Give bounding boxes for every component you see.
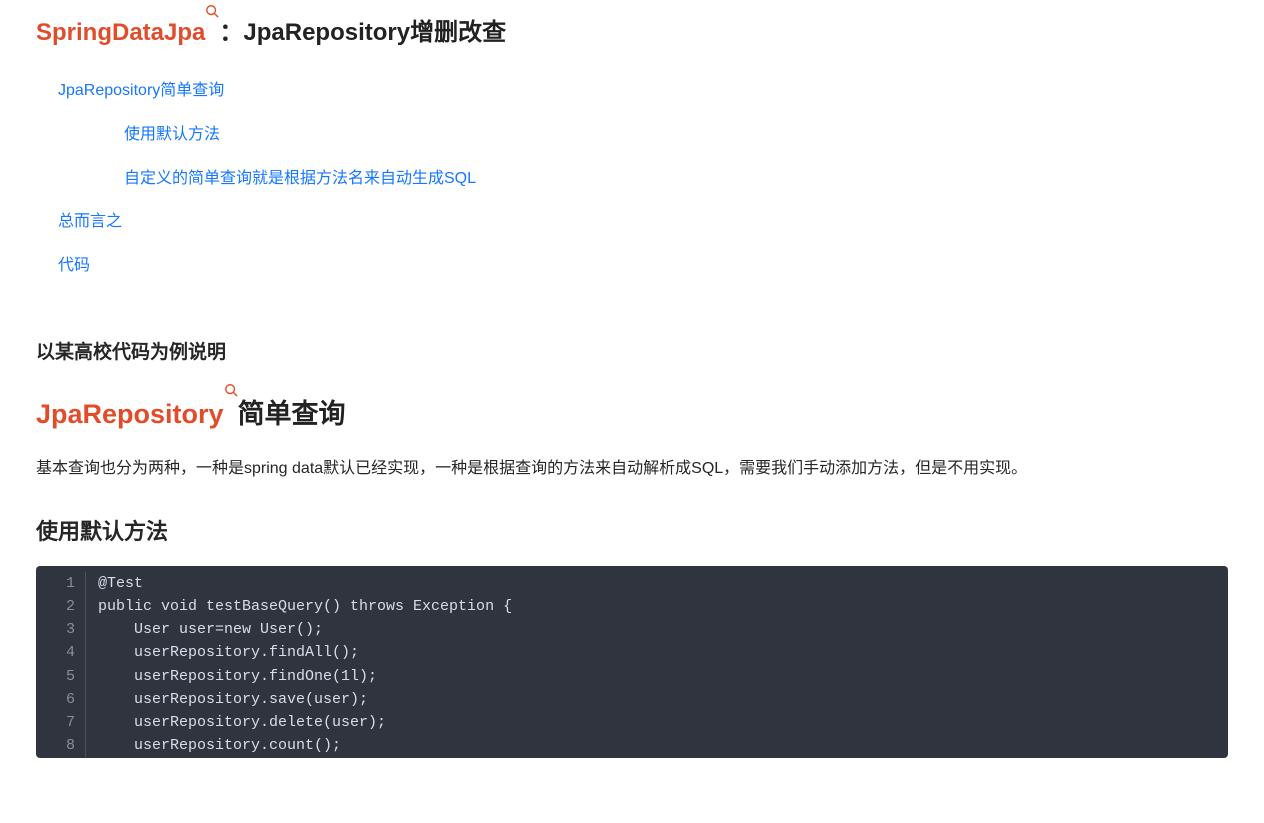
toc-item-simple-query[interactable]: JpaRepository简单查询 xyxy=(58,78,1228,104)
table-of-contents: JpaRepository简单查询 使用默认方法 自定义的简单查询就是根据方法名… xyxy=(58,78,1228,278)
code-text: public void testBaseQuery() throws Excep… xyxy=(86,595,512,618)
code-line: 3 User user=new User(); xyxy=(36,618,1228,641)
page-title: SpringDataJpa ：JpaRepository增删改查 xyxy=(36,14,1228,52)
toc-item-custom-query[interactable]: 自定义的简单查询就是根据方法名来自动生成SQL xyxy=(124,166,1228,192)
search-icon xyxy=(205,4,219,18)
code-line: 7 userRepository.delete(user); xyxy=(36,711,1228,734)
default-methods-heading: 使用默认方法 xyxy=(36,514,1228,549)
code-text: userRepository.save(user); xyxy=(86,688,368,711)
section-keyword: JpaRepository xyxy=(36,393,238,436)
line-number: 3 xyxy=(36,618,86,641)
section-simple-query-heading: JpaRepository 简单查询 xyxy=(36,393,1228,436)
code-line: 5 userRepository.findOne(1l); xyxy=(36,665,1228,688)
line-number: 7 xyxy=(36,711,86,734)
code-text: userRepository.findOne(1l); xyxy=(86,665,377,688)
line-number: 5 xyxy=(36,665,86,688)
example-heading: 以某高校代码为例说明 xyxy=(36,338,1228,368)
line-number: 8 xyxy=(36,734,86,757)
toc-item-code[interactable]: 代码 xyxy=(58,253,1228,279)
title-keyword: SpringDataJpa xyxy=(36,14,219,52)
code-text: userRepository.findAll(); xyxy=(86,641,359,664)
code-line: 1@Test xyxy=(36,572,1228,595)
code-text: @Test xyxy=(86,572,143,595)
code-text: User user=new User(); xyxy=(86,618,323,641)
intro-paragraph: 基本查询也分为两种，一种是spring data默认已经实现，一种是根据查询的方… xyxy=(36,454,1228,484)
code-line: 2public void testBaseQuery() throws Exce… xyxy=(36,595,1228,618)
line-number: 1 xyxy=(36,572,86,595)
code-text: userRepository.delete(user); xyxy=(86,711,386,734)
toc-item-summary[interactable]: 总而言之 xyxy=(58,209,1228,235)
section-rest: 简单查询 xyxy=(238,399,346,429)
code-block-default-methods: 1@Test 2public void testBaseQuery() thro… xyxy=(36,566,1228,758)
section-keyword-text: JpaRepository xyxy=(36,399,224,429)
toc-item-default-methods[interactable]: 使用默认方法 xyxy=(124,122,1228,148)
title-rest: JpaRepository增删改查 xyxy=(243,19,506,46)
code-line: 4 userRepository.findAll(); xyxy=(36,641,1228,664)
line-number: 4 xyxy=(36,641,86,664)
search-icon xyxy=(224,383,238,397)
title-sep: ： xyxy=(219,19,243,46)
line-number: 6 xyxy=(36,688,86,711)
title-keyword-text: SpringDataJpa xyxy=(36,19,205,46)
code-line: 8 userRepository.count(); xyxy=(36,734,1228,757)
line-number: 2 xyxy=(36,595,86,618)
code-text: userRepository.count(); xyxy=(86,734,341,757)
code-line: 6 userRepository.save(user); xyxy=(36,688,1228,711)
